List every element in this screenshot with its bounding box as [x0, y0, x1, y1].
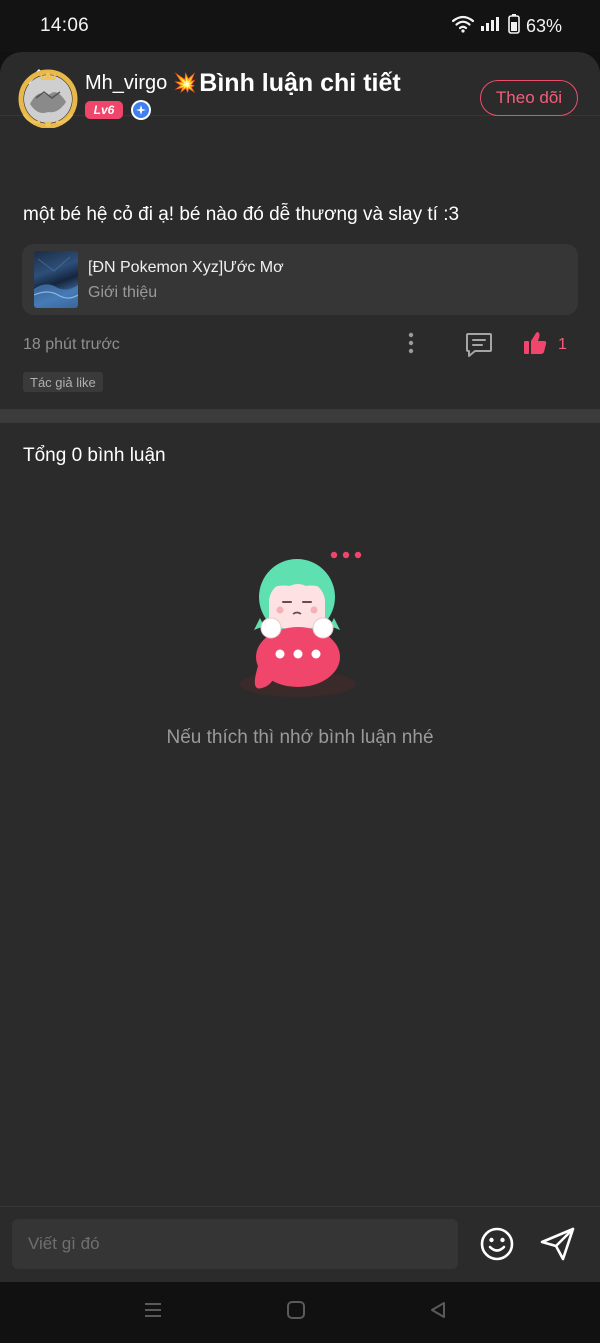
author-badges: Lv6	[85, 100, 151, 120]
comments-count: Tổng 0 bình luận	[23, 445, 166, 466]
level-badge: Lv6	[85, 101, 123, 119]
menu-lines-icon	[143, 1301, 163, 1324]
post-text: một bé hệ cỏ đi ạ! bé nào đó dễ thương v…	[23, 204, 460, 225]
explosion-emoji: 💥	[173, 73, 197, 94]
send-icon	[539, 1227, 577, 1266]
follow-button[interactable]: Theo dõi	[480, 80, 578, 116]
story-title: [ĐN Pokemon Xyz]Ước Mơ	[88, 259, 284, 276]
system-navigation-bar	[0, 1282, 600, 1343]
signal-icon	[480, 16, 502, 37]
comment-input[interactable]	[12, 1219, 458, 1269]
post-timestamp: 18 phút trước	[23, 336, 120, 353]
author-like-tag: Tác giả like	[23, 372, 103, 392]
emoji-button[interactable]	[479, 1226, 515, 1262]
story-cover-image	[34, 251, 78, 308]
status-bar: 14:06 63%	[0, 0, 600, 52]
battery-percentage: 63%	[525, 15, 562, 36]
like-button[interactable]: 1	[522, 330, 574, 360]
home-button[interactable]	[282, 1300, 310, 1324]
comment-icon	[464, 333, 494, 363]
recent-apps-button[interactable]	[139, 1300, 167, 1324]
author-name[interactable]: Mh_virgo	[85, 72, 167, 95]
empty-comments-illustration	[236, 542, 368, 702]
status-icons: 63%	[451, 13, 562, 39]
empty-comments-message: Nếu thích thì nhớ bình luận nhé	[166, 727, 434, 748]
story-subtitle: Giới thiệu	[88, 284, 158, 301]
like-count: 1	[558, 336, 567, 353]
smiley-icon	[479, 1227, 515, 1266]
linked-story-card[interactable]: [ĐN Pokemon Xyz]Ước Mơ Giới thiệu	[22, 244, 578, 315]
reply-button[interactable]	[464, 331, 494, 359]
comment-detail-screen: Bình luận chi tiết Mh_virgo 💥 Lv6 Theo d…	[0, 52, 600, 1282]
verified-badge-icon	[131, 100, 151, 120]
comment-input-bar	[0, 1206, 600, 1282]
wifi-icon	[451, 15, 475, 38]
page-title: Bình luận chi tiết	[199, 69, 401, 97]
thumbs-up-icon	[522, 330, 548, 361]
back-nav-button[interactable]	[424, 1300, 452, 1324]
more-vertical-icon	[408, 332, 414, 359]
more-options-button[interactable]	[398, 332, 424, 358]
status-time: 14:06	[40, 15, 90, 36]
square-icon	[286, 1300, 306, 1325]
avatar[interactable]	[18, 68, 78, 129]
send-button[interactable]	[539, 1226, 577, 1262]
author-name-line: Mh_virgo 💥	[85, 71, 197, 95]
section-divider	[0, 409, 600, 423]
triangle-back-icon	[428, 1300, 448, 1325]
battery-icon	[508, 13, 520, 39]
